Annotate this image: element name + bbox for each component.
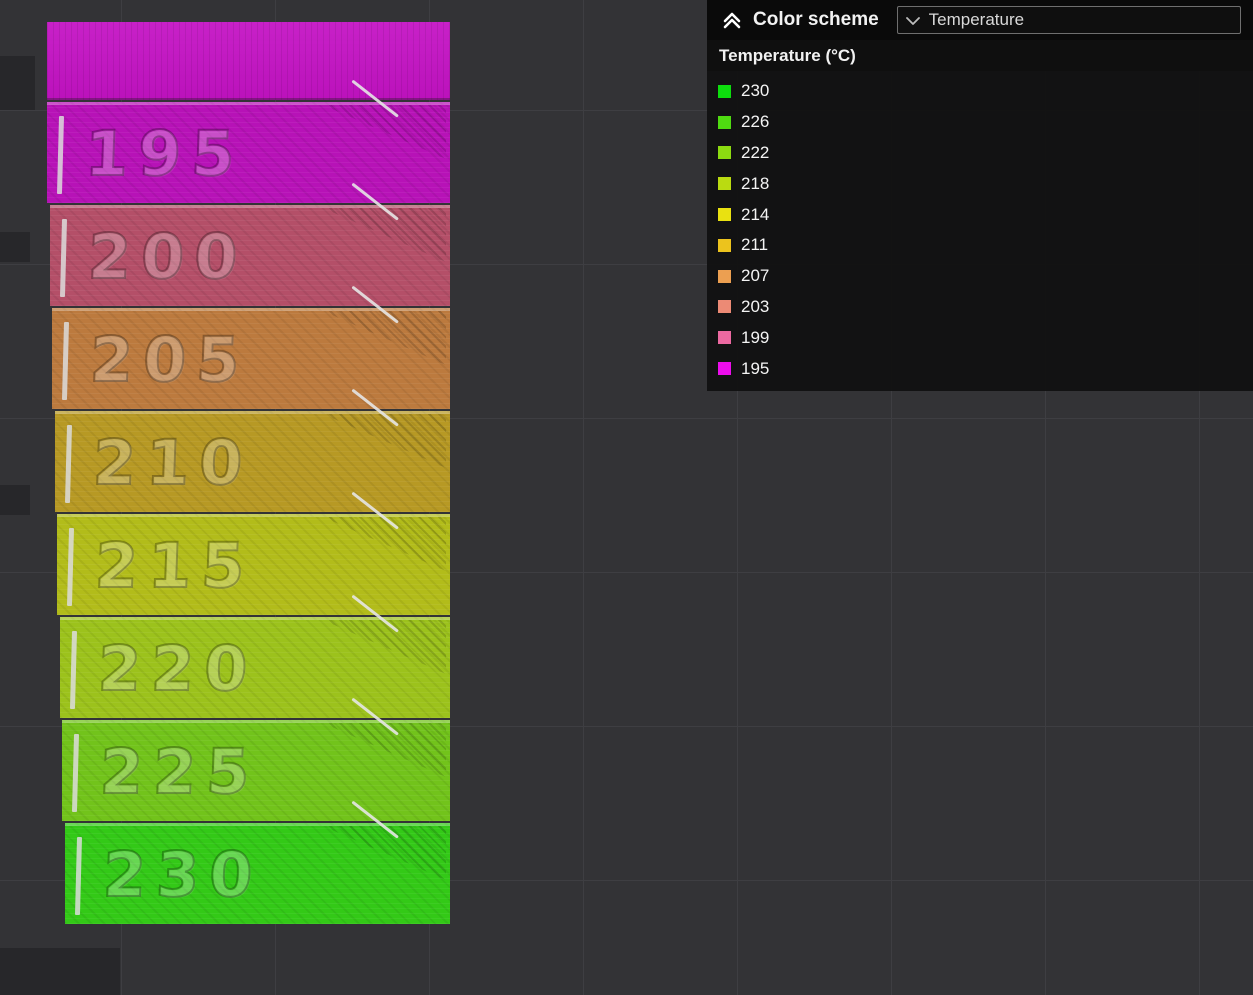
bed-edge-patch — [0, 56, 35, 110]
chevron-down-icon — [905, 16, 920, 26]
tower-block-label: 220 — [96, 631, 260, 706]
bed-edge-patch — [0, 485, 30, 515]
tower-block[interactable]: 230 — [65, 800, 450, 924]
tower-block-label: 195 — [83, 116, 247, 191]
legend-value: 199 — [741, 327, 770, 347]
bed-edge-patch — [0, 232, 30, 262]
legend-value: 230 — [741, 81, 770, 101]
dropdown-selected-value: Temperature — [928, 10, 1025, 29]
legend-value: 218 — [741, 173, 770, 193]
color-swatch — [718, 238, 731, 252]
tower-block[interactable]: 215 — [57, 491, 450, 615]
overhang-pattern — [323, 723, 446, 778]
tower-block-label: 200 — [86, 219, 250, 294]
overhang-pattern — [323, 620, 446, 675]
temperature-tower[interactable]: 195 200 205 210 215 220 225 230 — [47, 22, 450, 924]
wipe-strip — [71, 733, 80, 813]
overhang-pattern — [323, 414, 446, 469]
legend-item: 199 — [707, 322, 1253, 353]
color-scheme-panel: Color scheme Temperature Temperature (°C… — [707, 0, 1253, 391]
tower-block-label: 205 — [88, 322, 252, 397]
legend-item: 207 — [707, 261, 1253, 292]
wipe-strip — [64, 424, 73, 504]
legend-value: 226 — [741, 112, 770, 132]
wipe-strip — [59, 218, 68, 298]
overhang-pattern — [323, 826, 446, 881]
legend-list: 230 226 222 218 214 211 207 203 199 195 — [707, 71, 1253, 391]
legend-item: 218 — [707, 168, 1253, 199]
overhang-pattern — [323, 517, 446, 572]
color-swatch — [718, 115, 731, 129]
color-swatch — [718, 208, 731, 222]
overhang-pattern — [323, 311, 446, 366]
wipe-strip — [61, 321, 70, 401]
panel-title: Color scheme — [753, 9, 879, 30]
legend-value: 195 — [741, 358, 770, 378]
overhang-pattern — [323, 208, 446, 263]
color-swatch — [718, 177, 731, 191]
legend-item: 226 — [707, 107, 1253, 138]
legend-value: 203 — [741, 296, 770, 316]
legend-item: 195 — [707, 353, 1253, 384]
legend-subtitle: Temperature (°C) — [707, 40, 1253, 71]
color-scheme-header: Color scheme Temperature — [707, 0, 1253, 40]
tower-block[interactable]: 195 — [47, 79, 450, 203]
tower-block-label: 225 — [98, 734, 262, 809]
legend-value: 222 — [741, 142, 770, 162]
color-swatch — [718, 269, 731, 283]
legend-item: 203 — [707, 292, 1253, 323]
wipe-strip — [74, 836, 83, 916]
tower-block[interactable]: 210 — [55, 388, 450, 512]
legend-item: 222 — [707, 138, 1253, 169]
color-swatch — [718, 362, 731, 376]
bed-edge-patch — [0, 948, 120, 995]
wipe-strip — [69, 630, 78, 710]
legend-value: 207 — [741, 266, 770, 286]
tower-block-label: 230 — [101, 837, 265, 912]
tower-block[interactable]: 205 — [52, 285, 450, 409]
wipe-strip — [66, 527, 75, 607]
color-swatch — [718, 84, 731, 98]
tower-block-label: 210 — [91, 425, 255, 500]
tower-block[interactable]: 220 — [60, 594, 450, 718]
tower-block[interactable]: 225 — [62, 697, 450, 821]
tower-block-label: 215 — [93, 528, 257, 603]
wipe-strip — [56, 115, 65, 195]
color-scheme-dropdown[interactable]: Temperature — [896, 6, 1241, 34]
legend-value: 214 — [741, 204, 770, 224]
legend-item: 211 — [707, 230, 1253, 261]
legend-item: 214 — [707, 199, 1253, 230]
color-swatch — [718, 300, 731, 314]
tower-block[interactable]: 200 — [50, 182, 450, 306]
overhang-pattern — [323, 105, 446, 160]
color-swatch — [718, 146, 731, 160]
legend-value: 211 — [741, 235, 769, 255]
legend-item: 230 — [707, 76, 1253, 107]
chevron-double-up-icon[interactable] — [721, 10, 743, 30]
tower-top-plate[interactable] — [47, 22, 450, 100]
color-swatch — [718, 331, 731, 345]
